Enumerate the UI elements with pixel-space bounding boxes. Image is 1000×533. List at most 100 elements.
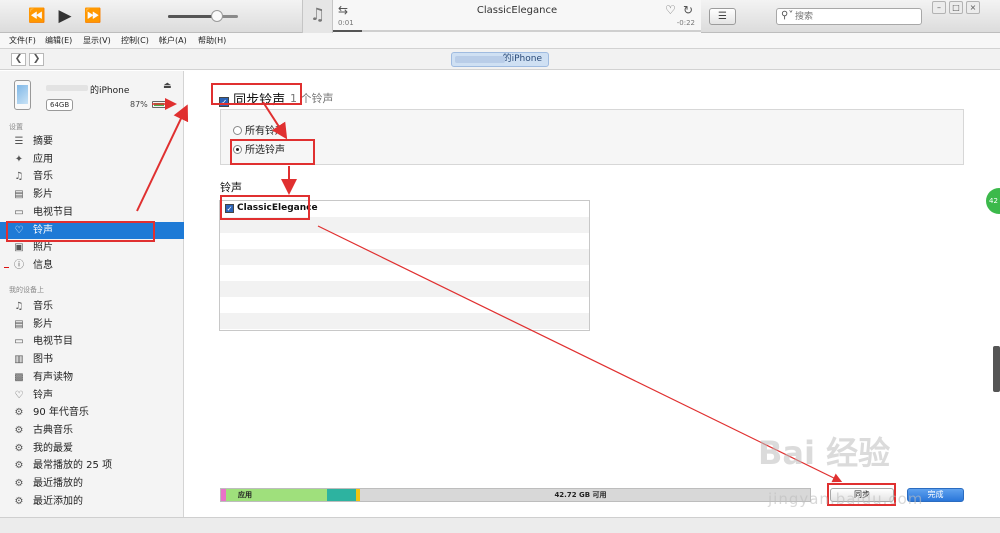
sidebar-item[interactable]: ☰ 摘要 <box>0 133 184 150</box>
heart-icon[interactable]: ♡ <box>665 3 676 17</box>
search-box[interactable]: ⚲˅ <box>776 8 922 25</box>
empty-row <box>220 233 589 249</box>
sidebar-item[interactable]: ▥ 图书 <box>0 351 184 368</box>
bell-icon: ♡ <box>14 224 24 236</box>
sidebar-item[interactable]: ⚙ 90 年代音乐 <box>0 404 184 421</box>
empty-row <box>220 217 589 233</box>
battery-icon <box>152 101 168 108</box>
repeat-icon[interactable]: ↻ <box>683 3 693 17</box>
ringtones-section-title: 铃声 <box>220 181 242 194</box>
sidebar-item[interactable]: ⚙ 我的最爱 <box>0 440 184 457</box>
device-summary[interactable]: 的iPhone ⏏ 64GB 87% <box>0 71 184 121</box>
gear-icon: ⚙ <box>14 442 24 454</box>
gear-icon: ⚙ <box>14 478 24 489</box>
sidebar-item[interactable]: ⚙ 最近播放的 <box>0 475 184 492</box>
menu-edit[interactable]: 编辑(E) <box>45 35 72 46</box>
rewind-icon[interactable]: ⏪ <box>26 6 48 26</box>
menu-view[interactable]: 显示(V) <box>83 35 111 46</box>
sidebar-item-label: 我的最爱 <box>33 442 73 454</box>
book-icon: ▥ <box>14 354 24 366</box>
gear-icon: ⚙ <box>14 495 24 507</box>
all-ringtones-radio[interactable]: 所有铃声 <box>233 122 285 137</box>
elapsed-time: 0:01 <box>338 19 354 27</box>
eject-icon[interactable]: ⏏ <box>163 81 172 91</box>
sidebar-item[interactable]: ▤ 影片 <box>0 316 184 333</box>
iphone-icon <box>14 80 31 110</box>
audiobook-icon: ▩ <box>14 371 24 383</box>
sidebar-item[interactable]: ▭ 电视节目 <box>0 333 184 350</box>
film-icon: ▤ <box>14 318 24 330</box>
sidebar-item[interactable]: ⚙ 最常播放的 25 项 <box>0 457 184 474</box>
sidebar-item[interactable]: ♡ 铃声 <box>0 221 184 239</box>
sidebar-item[interactable]: ⚙ 最近添加的 <box>0 493 184 510</box>
sync-ringtones-checkbox[interactable]: ✓ 同步铃声 <box>219 89 285 108</box>
player-toolbar: ⏪ ▶ ⏩ ♫ ⇆ ClassicElegance 0:01 -0:22 ♡ ↻… <box>0 0 1000 33</box>
menu-controls[interactable]: 控制(C) <box>121 35 149 46</box>
redacted-device-owner <box>46 85 88 91</box>
sidebar-item[interactable]: ✦ 应用 <box>0 151 184 168</box>
camera-icon: ▣ <box>14 242 24 254</box>
restore-icon[interactable]: □ <box>949 1 963 14</box>
sidebar-item[interactable]: ▣ 照片 <box>0 239 184 256</box>
settings-section-header: 设置 <box>9 123 23 131</box>
watermark-logo: Bai 经验 <box>758 434 891 472</box>
battery-percent: 87% <box>130 100 148 109</box>
all-ringtones-label: 所有铃声 <box>245 126 285 137</box>
sidebar-item-label: 90 年代音乐 <box>33 407 89 419</box>
track-progress-bar[interactable] <box>333 30 701 32</box>
fast-forward-icon[interactable]: ⏩ <box>82 6 104 26</box>
sidebar-item[interactable]: ⓘ 信息 <box>0 257 184 274</box>
sidebar-item[interactable]: ♫ 音乐 <box>0 298 184 315</box>
redacted-name <box>455 56 505 63</box>
up-next-list-button[interactable]: ☰ <box>709 8 736 25</box>
device-button[interactable]: 的iPhone <box>451 52 549 67</box>
tv-icon: ▭ <box>14 206 24 218</box>
search-input[interactable] <box>795 10 915 23</box>
sidebar-item-label: 音乐 <box>33 301 53 312</box>
checkmark-icon[interactable]: ✓ <box>225 204 234 213</box>
sidebar-item[interactable]: ♫ 音乐 <box>0 168 184 185</box>
sidebar-item-label: 图书 <box>33 354 53 366</box>
ringtone-name: ClassicElegance <box>237 203 318 213</box>
volume-knob[interactable] <box>211 10 223 22</box>
back-arrow-icon[interactable]: ❮ <box>11 53 26 66</box>
menu-help[interactable]: 帮助(H) <box>198 35 226 46</box>
sidebar-item-label: 铃声 <box>33 389 53 401</box>
edge-meter <box>993 346 1000 392</box>
close-icon[interactable]: × <box>966 1 980 14</box>
storage-free-label: 42.72 GB 可用 <box>554 491 607 499</box>
volume-slider[interactable] <box>168 10 238 22</box>
sidebar-item[interactable]: ▤ 影片 <box>0 186 184 203</box>
battery-level <box>154 103 165 106</box>
minimize-icon[interactable]: – <box>932 1 946 14</box>
sidebar-item[interactable]: ♡ 铃声 <box>0 387 184 404</box>
forward-arrow-icon[interactable]: ❯ <box>29 53 44 66</box>
gear-icon: ⚙ <box>14 407 24 419</box>
annotation-dash <box>4 267 9 268</box>
radio-icon <box>233 126 242 135</box>
menu-account[interactable]: 帐户(A) <box>159 35 187 46</box>
sidebar-item-label: 电视节目 <box>33 206 73 218</box>
gear-icon: ⚙ <box>14 460 24 472</box>
play-icon[interactable]: ▶ <box>54 6 76 26</box>
sidebar-item-label: 电视节目 <box>33 336 73 348</box>
track-progress-fill <box>333 30 363 32</box>
menu-file[interactable]: 文件(F) <box>9 35 36 46</box>
list-item[interactable]: ✓ ClassicElegance <box>220 201 589 217</box>
sidebar-item-label: 最近添加的 <box>33 495 83 507</box>
sidebar-item-label: 最近播放的 <box>33 478 83 489</box>
empty-row <box>220 249 589 265</box>
sidebar-item[interactable]: ⚙ 古典音乐 <box>0 422 184 439</box>
selected-ringtones-radio[interactable]: 所选铃声 <box>233 141 285 156</box>
device-section-header: 我的设备上 <box>9 286 44 294</box>
empty-row <box>220 313 589 329</box>
radio-selected-icon <box>233 145 242 154</box>
search-icon: ⚲˅ <box>781 10 794 21</box>
sidebar-item-label: 摘要 <box>33 136 53 147</box>
sidebar-item-label: 照片 <box>33 242 53 254</box>
sidebar-item-label: 音乐 <box>33 171 53 183</box>
tv-icon: ▭ <box>14 336 24 348</box>
sidebar-item[interactable]: ▩ 有声读物 <box>0 369 184 386</box>
sidebar-item[interactable]: ▭ 电视节目 <box>0 204 184 221</box>
empty-row <box>220 281 589 297</box>
